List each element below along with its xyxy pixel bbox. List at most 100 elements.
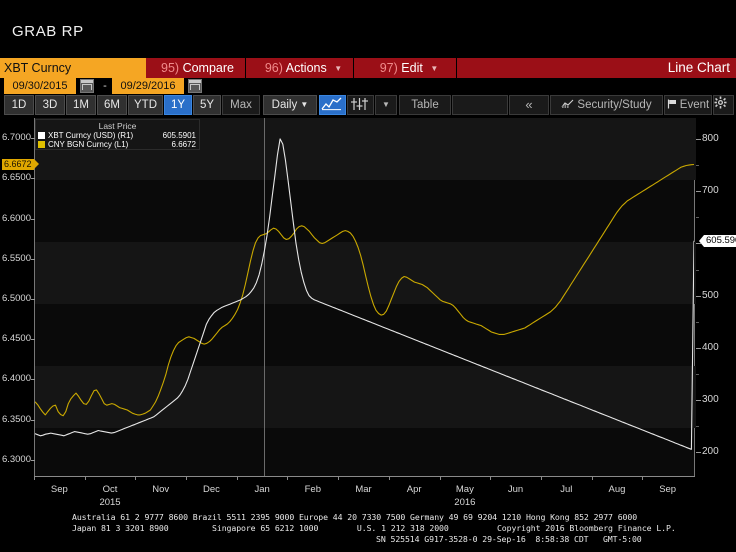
chevron-down-icon: ▼ <box>430 63 439 73</box>
edit-button[interactable]: 97) Edit ▼ <box>362 58 457 78</box>
left-axis-tick <box>31 178 35 180</box>
legend-value-cny: 6.6672 <box>171 140 196 149</box>
table-button[interactable]: Table <box>399 95 451 115</box>
range-1d-button[interactable]: 1D <box>4 95 34 115</box>
chart-style-dropdown[interactable]: ▼ <box>375 95 397 115</box>
right-axis-tick-label: 300 <box>702 394 719 406</box>
right-axis-current-tag: 605.5901 <box>699 234 736 247</box>
range-3d-button[interactable]: 3D <box>35 95 65 115</box>
markers-icon[interactable] <box>347 95 374 115</box>
left-axis-tick-label: 6.3000 <box>1 453 31 465</box>
right-axis-tick-label: 200 <box>702 446 719 458</box>
right-axis-minor-tick <box>696 426 699 428</box>
event-label: Event <box>679 99 710 111</box>
x-axis-tick-label: May <box>455 484 474 495</box>
range-1m-button[interactable]: 1M <box>66 95 96 115</box>
actions-button[interactable]: 96) Actions ▼ <box>254 58 354 78</box>
series-line-xbt <box>35 138 694 450</box>
calendar-icon[interactable] <box>80 79 94 93</box>
grab-bar: GRAB RP <box>0 0 736 56</box>
chart-plot-area[interactable] <box>34 118 696 476</box>
start-date-input[interactable]: 09/30/2015 <box>4 78 76 94</box>
grab-title: GRAB RP <box>12 23 84 40</box>
right-axis-minor-tick <box>696 374 699 376</box>
right-axis-minor-tick <box>696 217 699 219</box>
right-axis-tick-label: 700 <box>702 185 719 197</box>
footer-line-2: Japan 81 3 3201 8900 Singapore 65 6212 1… <box>72 523 676 533</box>
x-axis-tick-label: Apr <box>406 484 422 495</box>
compare-label: Compare <box>182 61 234 75</box>
x-axis-tick-label: Jan <box>254 484 270 495</box>
compare-button[interactable]: 95) Compare <box>150 58 246 78</box>
left-axis-tick-label: 6.6000 <box>1 212 31 224</box>
collapse-button[interactable]: « <box>509 95 549 115</box>
compare-number: 95) <box>161 61 180 75</box>
calendar-icon[interactable] <box>188 79 202 93</box>
legend-swatch-xbt <box>38 132 45 139</box>
right-axis-tick-label: 800 <box>702 132 719 144</box>
left-axis-tick <box>31 419 35 421</box>
right-axis-tick <box>696 347 701 349</box>
x-axis-tick-label: Nov <box>152 484 170 495</box>
gear-glyph <box>714 96 727 109</box>
range-1y-button[interactable]: 1Y <box>164 95 192 115</box>
left-axis-tick-label: 6.3500 <box>1 413 31 425</box>
bloomberg-chart-window: GRAB RP XBT Curncy 95) Compare 96) Actio… <box>0 0 736 552</box>
left-axis-current-tag: 6.6672 <box>2 158 38 170</box>
study-icon <box>561 99 574 108</box>
chart-legend[interactable]: Last Price XBT Curncy (USD) (R1) 605.590… <box>35 119 200 150</box>
left-axis-tick <box>31 339 35 341</box>
legend-row: CNY BGN Curncy (L1) 6.6672 <box>36 140 199 149</box>
range-6m-button[interactable]: 6M <box>97 95 127 115</box>
left-axis-tick <box>31 218 35 220</box>
edit-number: 97) <box>379 61 398 75</box>
range-max-button[interactable]: Max <box>222 95 260 115</box>
date-separator: - <box>103 80 107 92</box>
right-axis-minor-tick <box>696 269 699 271</box>
x-axis-tick-label: Mar <box>355 484 372 495</box>
gear-icon[interactable] <box>713 95 734 115</box>
legend-title: Last Price <box>98 121 137 131</box>
left-axis-tick <box>31 258 35 260</box>
legend-swatch-cny <box>38 141 45 148</box>
left-axis-tick-label: 6.5500 <box>1 252 31 264</box>
flag-icon <box>667 99 676 109</box>
footer: Australia 61 2 9777 8600 Brazil 5511 239… <box>0 506 736 552</box>
right-axis-tick-label: 500 <box>702 289 719 301</box>
x-axis-tick-label: Aug <box>608 484 626 495</box>
legend-label-xbt: XBT Curncy (USD) (R1) <box>48 131 134 140</box>
end-date-input[interactable]: 09/29/2016 <box>112 78 184 94</box>
ticker-input[interactable]: XBT Curncy <box>0 58 146 78</box>
left-axis-tick <box>31 299 35 300</box>
x-axis-tick-label: Sep <box>50 484 68 495</box>
right-axis-tick <box>696 138 701 140</box>
left-axis-tick-label: 6.5000 <box>1 293 31 304</box>
right-axis-tick <box>696 452 701 454</box>
left-axis-tick-label: 6.4000 <box>1 373 31 385</box>
legend-row: XBT Curncy (USD) (R1) 605.5901 <box>36 131 199 140</box>
x-axis-tick-label: Feb <box>304 484 321 495</box>
chart-series-canvas <box>35 138 694 450</box>
line-chart-icon[interactable] <box>319 95 346 115</box>
event-button[interactable]: Event <box>664 95 712 115</box>
left-axis-tick-label: 6.4500 <box>1 333 31 345</box>
right-axis-tick <box>696 400 701 402</box>
range-ytd-button[interactable]: YTD <box>128 95 163 115</box>
actions-number: 96) <box>264 61 283 75</box>
right-axis-tick <box>696 295 701 297</box>
period-label: Daily <box>271 99 298 112</box>
actions-label: Actions <box>285 61 327 75</box>
x-axis-tick-label: Oct <box>102 484 118 495</box>
markers-glyph <box>351 98 368 110</box>
range-5y-button[interactable]: 5Y <box>193 95 221 115</box>
left-axis-tick <box>31 379 35 381</box>
right-axis-minor-tick <box>696 321 699 323</box>
legend-label-cny: CNY BGN Curncy (L1) <box>48 140 129 149</box>
right-axis-minor-tick <box>696 165 699 167</box>
chevron-down-icon: ▼ <box>382 100 390 109</box>
legend-value-xbt: 605.5901 <box>162 131 196 140</box>
x-axis-tick-label: Sep <box>659 484 677 495</box>
security-study-button[interactable]: Security/Study <box>550 95 663 115</box>
right-axis-tick-label: 400 <box>702 341 719 353</box>
period-select[interactable]: Daily ▼ <box>263 95 317 115</box>
